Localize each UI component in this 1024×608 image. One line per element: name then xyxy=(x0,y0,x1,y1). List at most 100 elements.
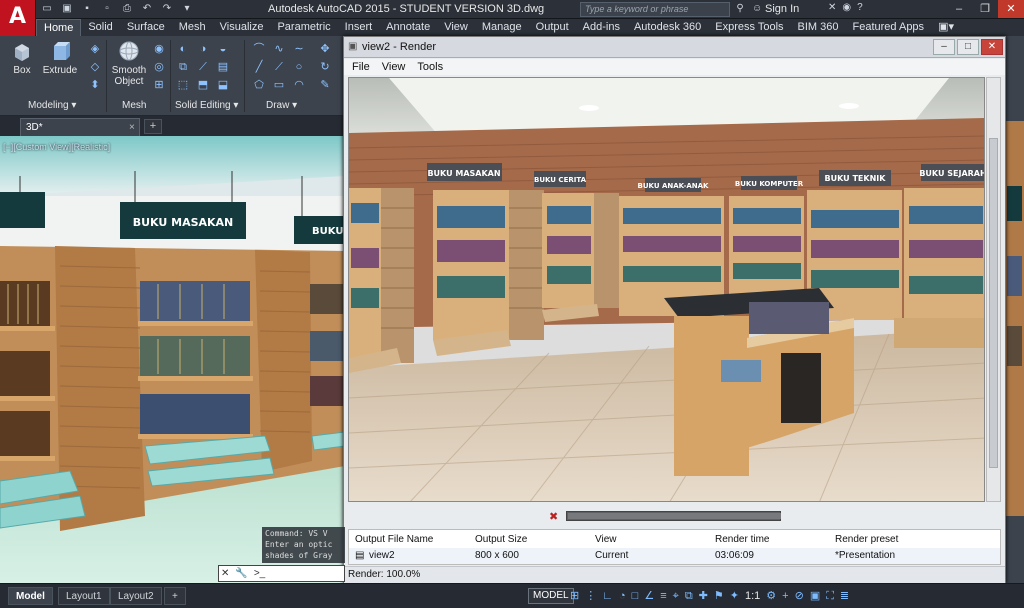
panel-title-draw[interactable]: Draw ▾ xyxy=(266,100,297,111)
ribbon-tab-express-tools[interactable]: Express Tools xyxy=(708,19,790,36)
ribbon-tab-add-ins[interactable]: Add-ins xyxy=(576,19,627,36)
document-tab-3d[interactable]: 3D* × xyxy=(20,118,140,136)
rotate-icon[interactable]: ↻ xyxy=(318,60,332,74)
ribbon-tab-output[interactable]: Output xyxy=(529,19,576,36)
ucs-icon[interactable]: ⌖ xyxy=(673,588,679,604)
ribbon-tab-view[interactable]: View xyxy=(437,19,475,36)
polygon-icon[interactable]: ⬠ xyxy=(252,78,266,92)
ribbon-tab-mesh[interactable]: Mesh xyxy=(172,19,213,36)
solid-subtract-icon[interactable]: ◑ xyxy=(196,42,210,56)
extrude-button[interactable]: Extrude xyxy=(40,40,80,76)
move-icon[interactable]: ✥ xyxy=(318,42,332,56)
connect-icon[interactable]: ◉ xyxy=(842,2,851,13)
ribbon-tab-featured-apps[interactable]: Featured Apps xyxy=(846,19,932,36)
close-command-line-icon[interactable]: ✕ xyxy=(221,566,229,581)
tab-layout1[interactable]: Layout1 xyxy=(58,587,110,605)
osnap-tracking-icon[interactable]: ∠ xyxy=(644,588,654,604)
ribbon-tab-autodesk-360[interactable]: Autodesk 360 xyxy=(627,19,708,36)
ribbon-tab-bim-360[interactable]: BIM 360 xyxy=(791,19,846,36)
box-button[interactable]: Box xyxy=(2,40,42,76)
circle-icon[interactable]: ○ xyxy=(292,60,306,74)
panel-title-mesh[interactable]: Mesh xyxy=(122,100,146,111)
ribbon-tab-insert[interactable]: Insert xyxy=(338,19,380,36)
line-icon[interactable]: ╱ xyxy=(252,60,266,74)
print-icon[interactable]: ⎙ xyxy=(120,2,134,16)
ribbon-tab-manage[interactable]: Manage xyxy=(475,19,529,36)
isolate-icon[interactable]: ⊘ xyxy=(795,588,804,604)
workspace-gear-icon[interactable]: ⚙ xyxy=(766,588,776,604)
ribbon-tab-surface[interactable]: Surface xyxy=(120,19,172,36)
ribbon-tab-solid[interactable]: Solid xyxy=(81,19,119,36)
minimize-icon[interactable]: – xyxy=(933,39,955,55)
tab-layout2[interactable]: Layout2 xyxy=(110,587,162,605)
osnap-icon[interactable]: □ xyxy=(632,588,639,604)
ribbon-tab-visualize[interactable]: Visualize xyxy=(213,19,271,36)
ortho-icon[interactable]: ∟ xyxy=(602,588,613,604)
exchange-icon[interactable]: ✕ xyxy=(828,2,836,13)
refine-mesh-icon[interactable]: ⊞ xyxy=(152,78,166,92)
history-row[interactable]: ▤ view2 800 x 600 Current 03:06:09 *Pres… xyxy=(349,548,1000,564)
helix-icon[interactable]: ∿ xyxy=(272,42,286,56)
solid-intersect-icon[interactable]: ◒ xyxy=(216,42,230,56)
scrollbar-thumb[interactable] xyxy=(989,138,998,468)
command-line[interactable]: ✕ 🔧 >_ xyxy=(218,565,345,582)
menu-tools[interactable]: Tools xyxy=(417,61,443,73)
snap-icon[interactable]: ⋮ xyxy=(585,588,596,604)
gizmo-icon[interactable]: ✚ xyxy=(699,588,708,604)
customize-dropdown-icon[interactable]: ▾ xyxy=(180,2,194,16)
save-as-icon[interactable]: ▫ xyxy=(100,2,114,16)
sign-in-button[interactable]: Sign In xyxy=(765,3,799,15)
ribbon-minimize-icon[interactable]: ▣▾ xyxy=(931,19,961,36)
separate-icon[interactable]: ⬒ xyxy=(196,78,210,92)
smooth-object-button[interactable]: Smooth Object xyxy=(108,40,150,87)
extract-edges-icon[interactable]: ⬚ xyxy=(176,78,190,92)
viewport-controls-label[interactable]: [−][Custom View][Realistic] xyxy=(3,142,110,152)
search-icon[interactable]: ⚲ xyxy=(732,2,748,17)
add-icon[interactable]: + xyxy=(782,588,788,604)
new-tab-button[interactable]: + xyxy=(144,119,162,134)
drawing-viewport[interactable]: BUKU MASAKAN BUKU [−][Custom View][Reali… xyxy=(0,136,345,583)
thicken-icon[interactable]: ▤ xyxy=(216,60,230,74)
grid-icon[interactable]: ⊞ xyxy=(570,588,579,604)
polyline-icon[interactable]: ⟋ xyxy=(272,60,286,74)
restore-icon[interactable]: ❐ xyxy=(972,0,998,18)
open-icon[interactable]: ▣ xyxy=(60,2,74,16)
panel-title-modeling[interactable]: Modeling ▾ xyxy=(28,100,76,111)
help-icon[interactable]: ? xyxy=(857,2,863,13)
customization-icon[interactable]: ≣ xyxy=(840,588,849,604)
union-icon[interactable]: ◈ xyxy=(88,42,102,56)
redo-icon[interactable]: ↷ xyxy=(160,2,174,16)
tab-model[interactable]: Model xyxy=(8,587,53,605)
mesh-smooth-more-icon[interactable]: ◉ xyxy=(152,42,166,56)
undo-icon[interactable]: ↶ xyxy=(140,2,154,16)
clean-screen-icon[interactable]: ⛶ xyxy=(826,588,834,604)
maximize-icon[interactable]: □ xyxy=(957,39,979,55)
new-file-icon[interactable]: ▭ xyxy=(40,2,54,16)
mesh-smooth-less-icon[interactable]: ◎ xyxy=(152,60,166,74)
arc-icon[interactable]: ◠ xyxy=(292,78,306,92)
ribbon-tab-parametric[interactable]: Parametric xyxy=(270,19,337,36)
hardware-acceleration-icon[interactable]: ▣ xyxy=(810,588,820,604)
save-icon[interactable]: ▪ xyxy=(80,2,94,16)
close-icon[interactable]: ✕ xyxy=(998,0,1024,18)
pencil-icon[interactable]: ✎ xyxy=(318,78,332,92)
rectangle-icon[interactable]: ▭ xyxy=(272,78,286,92)
ribbon-tab-home[interactable]: Home xyxy=(36,19,82,36)
panel-title-solid-editing[interactable]: Solid Editing ▾ xyxy=(175,100,238,111)
render-vertical-scrollbar[interactable] xyxy=(986,77,1001,502)
spline-icon[interactable]: ∼ xyxy=(292,42,306,56)
polysolid-icon[interactable]: ⌒ xyxy=(252,42,266,56)
ribbon-tab-annotate[interactable]: Annotate xyxy=(379,19,437,36)
close-tab-icon[interactable]: × xyxy=(129,119,135,136)
wrench-icon[interactable]: 🔧 xyxy=(235,566,247,581)
menu-view[interactable]: View xyxy=(382,61,406,73)
cancel-render-icon[interactable]: ✖ xyxy=(549,510,558,523)
slice-icon[interactable]: ⟋ xyxy=(196,60,210,74)
lineweight-icon[interactable]: ≡ xyxy=(660,588,666,604)
subtract-icon[interactable]: ◇ xyxy=(88,60,102,74)
press-pull-icon[interactable]: ⬍ xyxy=(88,78,102,92)
shell-icon[interactable]: ⬓ xyxy=(216,78,230,92)
application-menu-button[interactable]: A xyxy=(0,0,36,36)
search-input[interactable]: Type a keyword or phrase xyxy=(580,2,730,17)
model-space-button[interactable]: MODEL xyxy=(528,588,574,604)
